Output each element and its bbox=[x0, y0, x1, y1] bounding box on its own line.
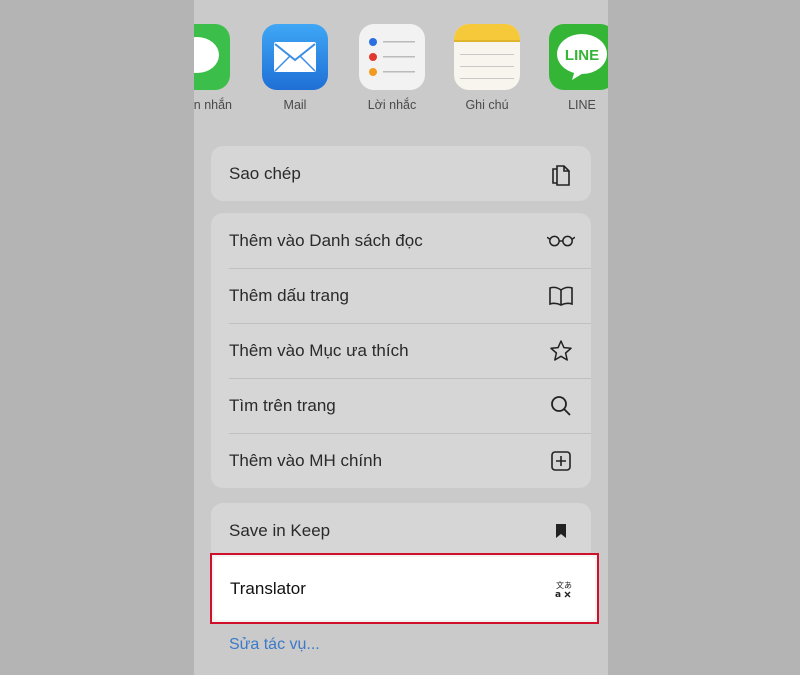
bookmark-icon bbox=[547, 517, 575, 545]
messages-icon bbox=[194, 24, 230, 90]
svg-text:a: a bbox=[555, 590, 561, 599]
star-icon bbox=[547, 337, 575, 365]
translate-icon: 文 あ a bbox=[549, 575, 577, 603]
svg-text:文: 文 bbox=[556, 580, 564, 590]
action-group-copy: Sao chép bbox=[211, 146, 591, 201]
line-icon: LINE bbox=[549, 24, 608, 90]
action-copy[interactable]: Sao chép bbox=[211, 146, 591, 201]
action-find-on-page[interactable]: Tìm trên trang bbox=[211, 378, 591, 433]
glasses-icon bbox=[547, 227, 575, 255]
action-label: Translator bbox=[230, 578, 306, 598]
app-mail[interactable]: Mail bbox=[260, 24, 330, 112]
action-label: Thêm dấu trang bbox=[229, 285, 350, 305]
action-add-favorites[interactable]: Thêm vào Mục ưa thích bbox=[211, 323, 591, 378]
app-notes[interactable]: Ghi chú bbox=[452, 24, 522, 112]
action-add-bookmark[interactable]: Thêm dấu trang bbox=[211, 268, 591, 323]
search-icon bbox=[547, 392, 575, 420]
app-label: Ghi chú bbox=[465, 98, 509, 112]
highlight-box: Translator 文 あ a bbox=[210, 553, 599, 624]
app-share-row: n nhắn Mail Lời nhắc Ghi chú LINE LINE bbox=[194, 0, 608, 130]
action-add-home-screen[interactable]: Thêm vào MH chính bbox=[211, 433, 591, 488]
app-line[interactable]: LINE LINE bbox=[547, 24, 608, 112]
copy-icon bbox=[547, 160, 575, 188]
action-label: Sao chép bbox=[229, 163, 301, 183]
add-square-icon bbox=[547, 447, 575, 475]
mail-icon bbox=[262, 24, 328, 90]
app-reminders[interactable]: Lời nhắc bbox=[357, 24, 427, 112]
app-label: LINE bbox=[568, 98, 596, 112]
edit-actions-link[interactable]: Sửa tác vụ... bbox=[229, 636, 320, 654]
action-label: Thêm vào Mục ưa thích bbox=[229, 340, 409, 360]
action-add-reading-list[interactable]: Thêm vào Danh sách đọc bbox=[211, 213, 591, 268]
action-label: Thêm vào MH chính bbox=[229, 450, 383, 470]
svg-text:あ: あ bbox=[564, 581, 572, 590]
svg-text:LINE: LINE bbox=[565, 47, 599, 64]
action-translator[interactable]: Translator 文 あ a bbox=[214, 557, 595, 620]
action-label: Thêm vào Danh sách đọc bbox=[229, 230, 423, 250]
action-group-safari: Thêm vào Danh sách đọc Thêm dấu trang Th… bbox=[211, 213, 591, 488]
reminders-icon bbox=[359, 24, 425, 90]
action-label: Save in Keep bbox=[229, 520, 331, 540]
action-label: Tìm trên trang bbox=[229, 395, 336, 415]
notes-icon bbox=[454, 24, 520, 90]
app-label: Lời nhắc bbox=[367, 98, 417, 112]
action-save-in-keep[interactable]: Save in Keep bbox=[211, 503, 591, 558]
book-icon bbox=[547, 282, 575, 310]
app-messages[interactable]: n nhắn bbox=[194, 24, 232, 112]
app-label: n nhắn bbox=[194, 98, 232, 112]
app-label: Mail bbox=[283, 98, 307, 112]
